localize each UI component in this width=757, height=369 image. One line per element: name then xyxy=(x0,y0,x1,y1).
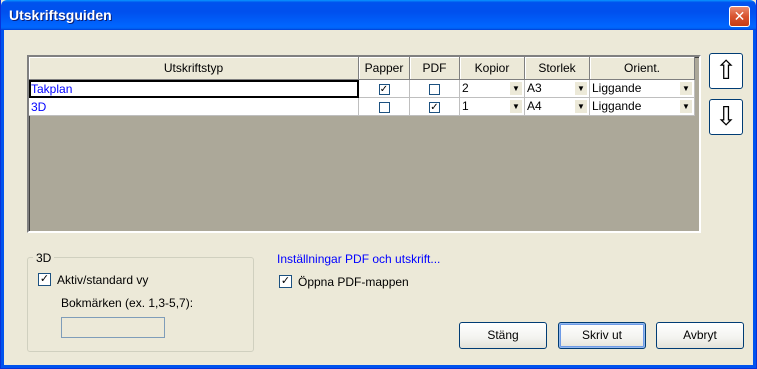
table-row[interactable]: 3D ✓ 1 ▼ A4 ▼ Liggande ▼ xyxy=(29,97,695,116)
storlek-cell[interactable]: A4 ▼ xyxy=(524,97,590,116)
move-down-button[interactable]: ⇩ xyxy=(709,99,743,135)
column-header-papper[interactable]: Papper xyxy=(358,57,410,80)
kopior-cell[interactable]: 2 ▼ xyxy=(459,79,525,98)
print-type-grid[interactable]: Utskriftstyp Papper PDF Kopior Storlek O… xyxy=(27,55,701,233)
column-header-utskriftstyp[interactable]: Utskriftstyp xyxy=(29,57,359,80)
column-header-pdf[interactable]: PDF xyxy=(409,57,460,80)
chevron-down-icon[interactable]: ▼ xyxy=(510,100,522,113)
storlek-value: A4 xyxy=(527,99,542,113)
storlek-cell[interactable]: A3 ▼ xyxy=(524,79,590,98)
kopior-value: 2 xyxy=(462,81,469,95)
orient-value: Liggande xyxy=(592,99,642,113)
aktiv-standard-checkbox[interactable]: ✓ xyxy=(38,273,51,286)
storlek-value: A3 xyxy=(527,81,542,95)
pdf-cell[interactable]: ✓ xyxy=(409,97,460,116)
cancel-button[interactable]: Avbryt xyxy=(656,322,744,349)
grid-header-row: Utskriftstyp Papper PDF Kopior Storlek O… xyxy=(29,57,695,80)
close-button[interactable]: Stäng xyxy=(459,322,547,349)
settings-link[interactable]: Inställningar PDF och utskrift... xyxy=(277,252,440,266)
column-header-storlek[interactable]: Storlek xyxy=(524,57,590,80)
chevron-down-icon[interactable]: ▼ xyxy=(575,82,587,95)
window-border-right xyxy=(753,30,756,366)
print-button[interactable]: Skriv ut xyxy=(558,322,646,349)
pdf-checkbox[interactable]: ✓ xyxy=(429,102,440,113)
papper-checkbox[interactable]: ✓ xyxy=(378,84,390,95)
arrow-down-icon: ⇩ xyxy=(715,101,737,131)
open-pdf-folder-label[interactable]: Öppna PDF-mappen xyxy=(298,275,409,289)
papper-cell[interactable]: ✓ xyxy=(358,79,410,98)
row-name-cell[interactable]: Takplan xyxy=(29,79,359,98)
orient-value: Liggande xyxy=(592,81,642,95)
aktiv-standard-label[interactable]: Aktiv/standard vy xyxy=(57,273,148,287)
papper-cell[interactable] xyxy=(358,97,410,116)
chevron-down-icon[interactable]: ▼ xyxy=(680,100,692,113)
table-row[interactable]: Takplan ✓ 2 ▼ A3 ▼ Liggande ▼ xyxy=(29,79,695,98)
open-pdf-folder-checkbox[interactable]: ✓ xyxy=(279,275,292,288)
arrow-up-icon: ⇧ xyxy=(715,55,737,85)
move-up-button[interactable]: ⇧ xyxy=(709,53,743,89)
chevron-down-icon[interactable]: ▼ xyxy=(510,82,522,95)
pdf-cell[interactable] xyxy=(409,79,460,98)
close-icon[interactable]: ✕ xyxy=(729,6,750,27)
chevron-down-icon[interactable]: ▼ xyxy=(680,82,692,95)
bookmarks-label: Bokmärken (ex. 1,3-5,7): xyxy=(61,296,194,310)
pdf-checkbox[interactable] xyxy=(429,84,440,95)
papper-checkbox[interactable] xyxy=(378,102,390,113)
column-header-kopior[interactable]: Kopior xyxy=(459,57,525,80)
bookmarks-input[interactable] xyxy=(61,317,165,338)
group-3d-legend: 3D xyxy=(33,251,55,265)
orient-cell[interactable]: Liggande ▼ xyxy=(589,97,695,116)
window-border-left xyxy=(1,30,4,366)
window-title: Utskriftsguiden xyxy=(9,7,112,23)
window-border-bottom xyxy=(1,365,756,368)
orient-cell[interactable]: Liggande ▼ xyxy=(589,79,695,98)
title-bar: Utskriftsguiden ✕ xyxy=(1,0,756,30)
kopior-value: 1 xyxy=(462,99,469,113)
print-wizard-window: Utskriftsguiden ✕ Utskriftstyp Papper PD… xyxy=(0,0,757,369)
row-name-cell[interactable]: 3D xyxy=(29,97,359,116)
column-header-orient[interactable]: Orient. xyxy=(589,57,695,80)
kopior-cell[interactable]: 1 ▼ xyxy=(459,97,525,116)
chevron-down-icon[interactable]: ▼ xyxy=(575,100,587,113)
